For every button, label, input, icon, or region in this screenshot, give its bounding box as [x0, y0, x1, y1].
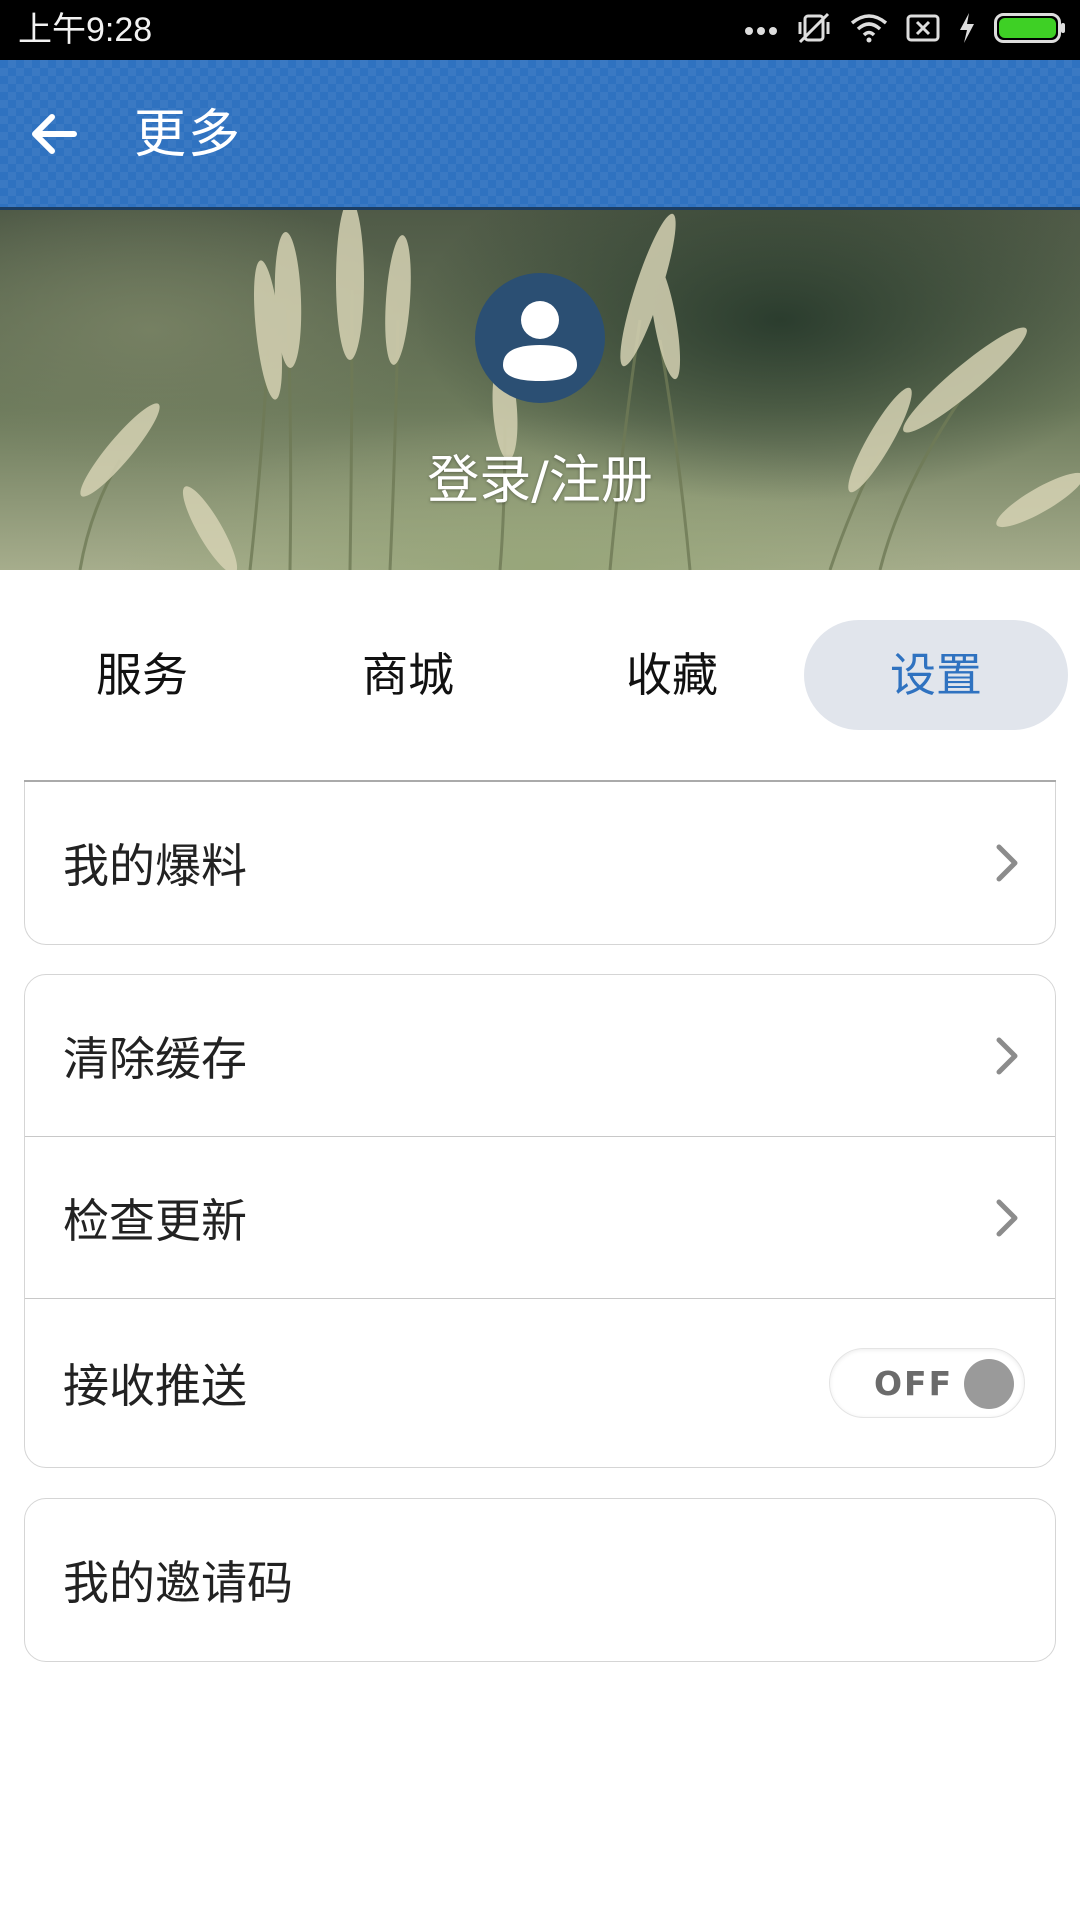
- page-title: 更多: [134, 105, 243, 165]
- more-dots-icon: [744, 21, 778, 40]
- settings-group-2: 清除缓存 检查更新 接收推送 OFF: [24, 974, 1056, 1468]
- app-bar: 更多: [0, 60, 1080, 210]
- no-sim-icon: [906, 13, 940, 47]
- list-item-invite-code[interactable]: 我的邀请码: [25, 1499, 1055, 1661]
- chevron-right-icon: [993, 1034, 1021, 1078]
- back-arrow-icon[interactable]: [26, 104, 86, 164]
- status-time: 上午9:28: [18, 11, 153, 49]
- list-item-label: 检查更新: [63, 1193, 247, 1248]
- list-item-push-notifications: 接收推送 OFF: [25, 1299, 1055, 1467]
- tab-mall[interactable]: 商城: [276, 620, 540, 730]
- status-icons: [744, 0, 1066, 60]
- list-item-label: 清除缓存: [63, 1031, 247, 1086]
- toggle-state-text: OFF: [874, 1364, 954, 1403]
- battery-full-icon: [994, 12, 1066, 48]
- toggle-knob: [964, 1359, 1014, 1409]
- tab-favorites[interactable]: 收藏: [540, 620, 804, 730]
- chevron-right-icon: [993, 1196, 1021, 1240]
- wifi-icon: [850, 13, 888, 47]
- settings-group-1: 我的爆料: [24, 782, 1056, 945]
- list-item-clear-cache[interactable]: 清除缓存: [25, 975, 1055, 1137]
- list-item-check-update[interactable]: 检查更新: [25, 1137, 1055, 1299]
- user-avatar-icon[interactable]: [475, 273, 605, 403]
- tab-settings[interactable]: 设置: [804, 620, 1068, 730]
- profile-header: 登录/注册: [0, 210, 1080, 570]
- chevron-right-icon: [993, 841, 1021, 885]
- status-bar: 上午9:28: [0, 0, 1080, 60]
- push-toggle-switch[interactable]: OFF: [829, 1348, 1025, 1418]
- list-item-label: 接收推送: [63, 1359, 247, 1413]
- tab-bar: 服务 商城 收藏 设置: [0, 620, 1080, 730]
- list-item-label: 我的爆料: [63, 839, 247, 893]
- list-item-label: 我的邀请码: [63, 1556, 293, 1610]
- vibrate-mute-icon: [796, 10, 832, 50]
- tab-service[interactable]: 服务: [10, 620, 274, 730]
- login-register-link[interactable]: 登录/注册: [0, 438, 1080, 513]
- settings-group-3: 我的邀请码: [24, 1498, 1056, 1662]
- list-item-my-tips[interactable]: 我的爆料: [25, 782, 1055, 944]
- charging-bolt-icon: [958, 12, 976, 48]
